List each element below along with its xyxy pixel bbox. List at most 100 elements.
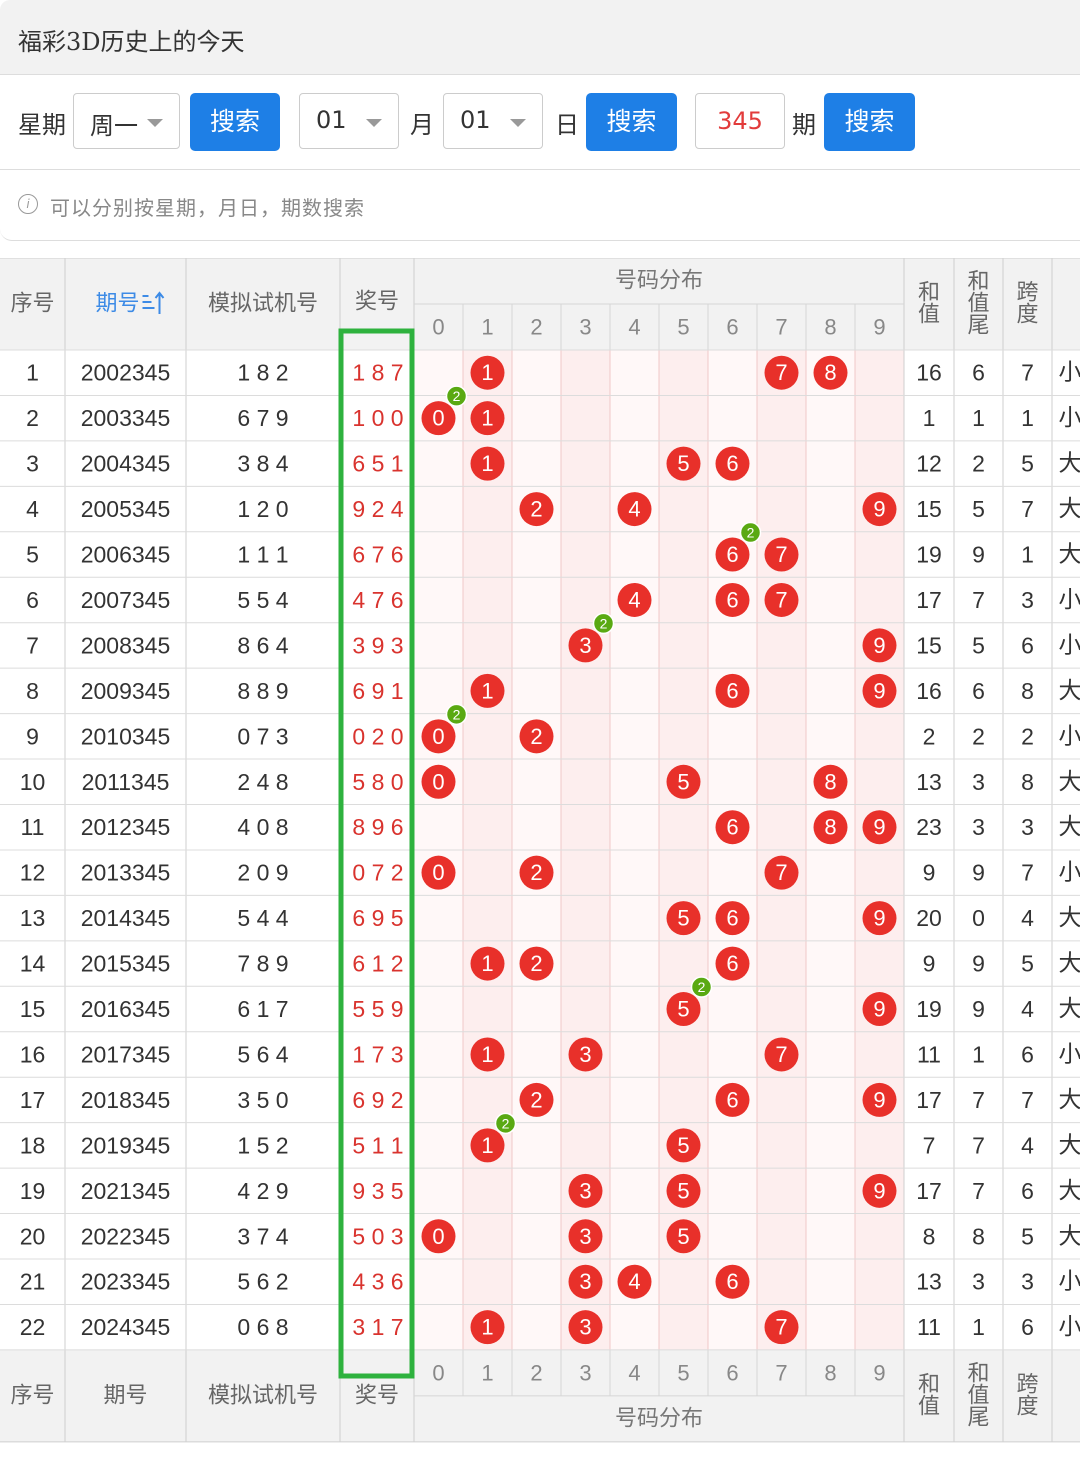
row-sim: 5 4 4 <box>237 905 288 931</box>
row-sum-tail: 6 <box>972 678 985 704</box>
row-prize: 9 3 5 <box>352 1178 403 1204</box>
row-sum: 17 <box>916 587 942 613</box>
row-sum-tail: 2 <box>972 451 985 477</box>
row-sim: 5 6 2 <box>237 1269 288 1295</box>
row-span: 8 <box>1021 769 1034 795</box>
row-sum: 1 <box>923 405 936 431</box>
number-ball-digit: 6 <box>726 951 738 976</box>
header-sum-tail: 和值尾 <box>967 270 989 339</box>
number-ball-digit: 4 <box>628 587 640 612</box>
row-seq: 16 <box>20 1041 46 1067</box>
row-prize: 5 1 1 <box>352 1132 403 1158</box>
day-select[interactable]: 01 <box>443 93 543 149</box>
row-sim: 1 1 1 <box>237 542 288 568</box>
date-search-button[interactable]: 搜索 <box>586 93 677 151</box>
chevron-down-icon <box>147 119 163 127</box>
footer-digit: 2 <box>530 1360 542 1385</box>
number-ball-digit: 7 <box>775 1042 787 1067</box>
header-digit: 6 <box>726 315 738 340</box>
weekday-search-button[interactable]: 搜索 <box>190 93 280 151</box>
row-sum: 9 <box>923 951 936 977</box>
row-sim: 0 6 8 <box>237 1314 288 1340</box>
row-prize: 6 5 1 <box>352 451 403 477</box>
weekday-select[interactable]: 周一 <box>73 93 180 149</box>
header-digit: 5 <box>677 315 689 340</box>
prize-highlight-box <box>338 328 415 1379</box>
row-size: 大 <box>1059 542 1080 568</box>
row-sum: 11 <box>917 1314 941 1340</box>
row-span: 4 <box>1021 996 1034 1022</box>
row-prize: 0 2 0 <box>352 723 403 749</box>
number-ball-digit: 4 <box>628 497 640 522</box>
row-span: 6 <box>1021 1178 1034 1204</box>
row-sim: 3 8 4 <box>237 451 288 477</box>
row-sim: 2 4 8 <box>237 769 288 795</box>
repeat-badge-count: 2 <box>747 525 755 541</box>
month-value: 01 <box>316 106 347 134</box>
number-ball-digit: 0 <box>432 724 444 749</box>
number-ball-digit: 0 <box>432 406 444 431</box>
row-issue: 2019345 <box>81 1132 171 1158</box>
row-sum-tail: 9 <box>972 542 985 568</box>
row-sim: 6 1 7 <box>237 996 288 1022</box>
number-ball-digit: 8 <box>824 769 836 794</box>
header-digit: 8 <box>824 315 836 340</box>
row-sum: 17 <box>916 1087 942 1113</box>
number-ball-digit: 7 <box>775 542 787 567</box>
issue-search-button[interactable]: 搜索 <box>824 93 915 151</box>
row-seq: 14 <box>20 951 46 977</box>
title-bar: 福彩3D历史上的今天 <box>0 0 1080 75</box>
row-seq: 18 <box>20 1132 46 1158</box>
row-span: 1 <box>1021 405 1034 431</box>
row-sum: 23 <box>916 814 942 840</box>
row-seq: 15 <box>20 996 46 1022</box>
row-prize: 3 1 7 <box>352 1314 403 1340</box>
row-sum-tail: 7 <box>972 1087 985 1113</box>
row-span: 7 <box>1021 360 1034 386</box>
row-sim: 8 8 9 <box>237 678 288 704</box>
row-seq: 8 <box>26 678 39 704</box>
issue-input[interactable]: 345 <box>695 93 785 149</box>
row-sum-tail: 7 <box>972 1132 985 1158</box>
number-ball-digit: 8 <box>824 815 836 840</box>
number-ball-digit: 5 <box>677 769 689 794</box>
row-sum: 15 <box>916 632 942 658</box>
header-sim: 模拟试机号 <box>208 292 318 317</box>
row-seq: 7 <box>26 632 39 658</box>
row-span: 1 <box>1021 542 1034 568</box>
number-ball-digit: 1 <box>481 678 493 703</box>
number-ball-digit: 6 <box>726 815 738 840</box>
month-select[interactable]: 01 <box>299 93 399 149</box>
row-span: 6 <box>1021 1041 1034 1067</box>
row-sum-tail: 5 <box>972 632 985 658</box>
row-prize: 6 9 1 <box>352 678 403 704</box>
row-size: 小 <box>1059 860 1080 886</box>
number-ball-digit: 2 <box>530 951 542 976</box>
row-span: 7 <box>1021 860 1034 886</box>
number-ball-digit: 9 <box>873 497 885 522</box>
row-sum-tail: 5 <box>972 496 985 522</box>
row-prize: 0 7 2 <box>352 860 403 886</box>
number-ball-digit: 9 <box>873 1087 885 1112</box>
row-seq: 17 <box>20 1087 46 1113</box>
row-sim: 2 0 9 <box>237 860 288 886</box>
row-prize: 9 2 4 <box>352 496 403 522</box>
row-issue: 2002345 <box>81 360 171 386</box>
number-ball-digit: 7 <box>775 587 787 612</box>
history-table: 序号 期号 模拟试机号 奖号 号码分布 0 1 2 3 4 5 6 7 8 9 和值和值尾跨度序号 期号 模拟试机… <box>0 258 1080 1458</box>
footer-digit: 3 <box>579 1360 591 1385</box>
row-sim: 4 0 8 <box>237 814 288 840</box>
row-prize: 6 9 2 <box>352 1087 403 1113</box>
footer-digit: 1 <box>481 1360 493 1385</box>
row-span: 8 <box>1021 678 1034 704</box>
row-seq: 4 <box>26 496 39 522</box>
table-svg: 序号 期号 模拟试机号 奖号号码分布0 1 2 3 4 5 6 7 8 9和值和值尾跨度序号 期号 模拟试机… <box>0 258 1080 1443</box>
row-sum-tail: 3 <box>972 814 985 840</box>
row-prize: 5 8 0 <box>352 769 403 795</box>
row-sum: 16 <box>916 360 942 386</box>
header-span-char: 度 <box>1016 303 1038 328</box>
row-sum-tail: 2 <box>972 723 985 749</box>
row-issue: 2005345 <box>81 496 171 522</box>
number-ball-digit: 3 <box>579 633 591 658</box>
row-sum: 7 <box>923 1132 936 1158</box>
